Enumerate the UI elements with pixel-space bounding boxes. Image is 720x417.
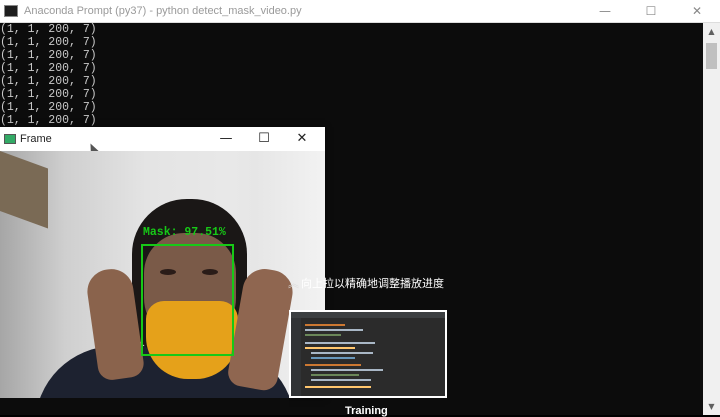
wall-picture-frame xyxy=(0,151,48,229)
preview-caption: Training xyxy=(345,405,388,417)
detection-box xyxy=(141,244,234,356)
console-line: (1, 1, 200, 7) xyxy=(0,23,97,36)
console-maximize-button[interactable]: ☐ xyxy=(628,0,674,22)
scroll-thumb[interactable] xyxy=(706,43,717,69)
webcam-video-feed: Mask: 97.51% xyxy=(0,151,325,398)
console-bottom-strip xyxy=(0,398,289,415)
frame-minimize-button[interactable]: — xyxy=(207,127,245,150)
frame-maximize-button[interactable]: ☐ xyxy=(245,127,283,150)
seek-preview-thumbnail xyxy=(289,310,447,398)
console-minimize-button[interactable]: — xyxy=(582,0,628,22)
console-line: (1, 1, 200, 7) xyxy=(0,114,97,127)
chevron-up-double-icon: ︽ xyxy=(288,277,299,290)
frame-titlebar[interactable]: Frame — ☐ ✕ xyxy=(0,127,325,157)
frame-close-button[interactable]: ✕ xyxy=(283,127,321,150)
console-titlebar[interactable]: Anaconda Prompt (py37) - python detect_m… xyxy=(0,0,720,23)
scroll-up-arrow-icon[interactable]: ▲ xyxy=(703,23,720,40)
console-close-button[interactable]: ✕ xyxy=(674,0,720,22)
console-line: (1, 1, 200, 7) xyxy=(0,62,97,75)
console-line: (1, 1, 200, 7) xyxy=(0,36,97,49)
terminal-icon xyxy=(4,5,18,17)
seek-tooltip-text: 向上拉以精确地调整播放进度 xyxy=(301,277,444,290)
console-line: (1, 1, 200, 7) xyxy=(0,75,97,88)
thumbnail-code-lines xyxy=(305,324,383,388)
frame-window: Frame — ☐ ✕ Mask: 97.51% xyxy=(0,127,325,398)
console-line: (1, 1, 200, 7) xyxy=(0,49,97,62)
detection-label: Mask: 97.51% xyxy=(143,226,226,239)
console-line: (1, 1, 200, 7) xyxy=(0,101,97,114)
console-scrollbar[interactable]: ▲ ▼ xyxy=(703,23,720,415)
scroll-down-arrow-icon[interactable]: ▼ xyxy=(703,398,720,415)
frame-app-icon xyxy=(4,133,16,144)
console-line: (1, 1, 200, 7) xyxy=(0,88,97,101)
seek-tooltip: ︽ 向上拉以精确地调整播放进度 xyxy=(288,277,453,291)
console-title: Anaconda Prompt (py37) - python detect_m… xyxy=(24,5,302,17)
frame-title: Frame xyxy=(20,132,52,145)
